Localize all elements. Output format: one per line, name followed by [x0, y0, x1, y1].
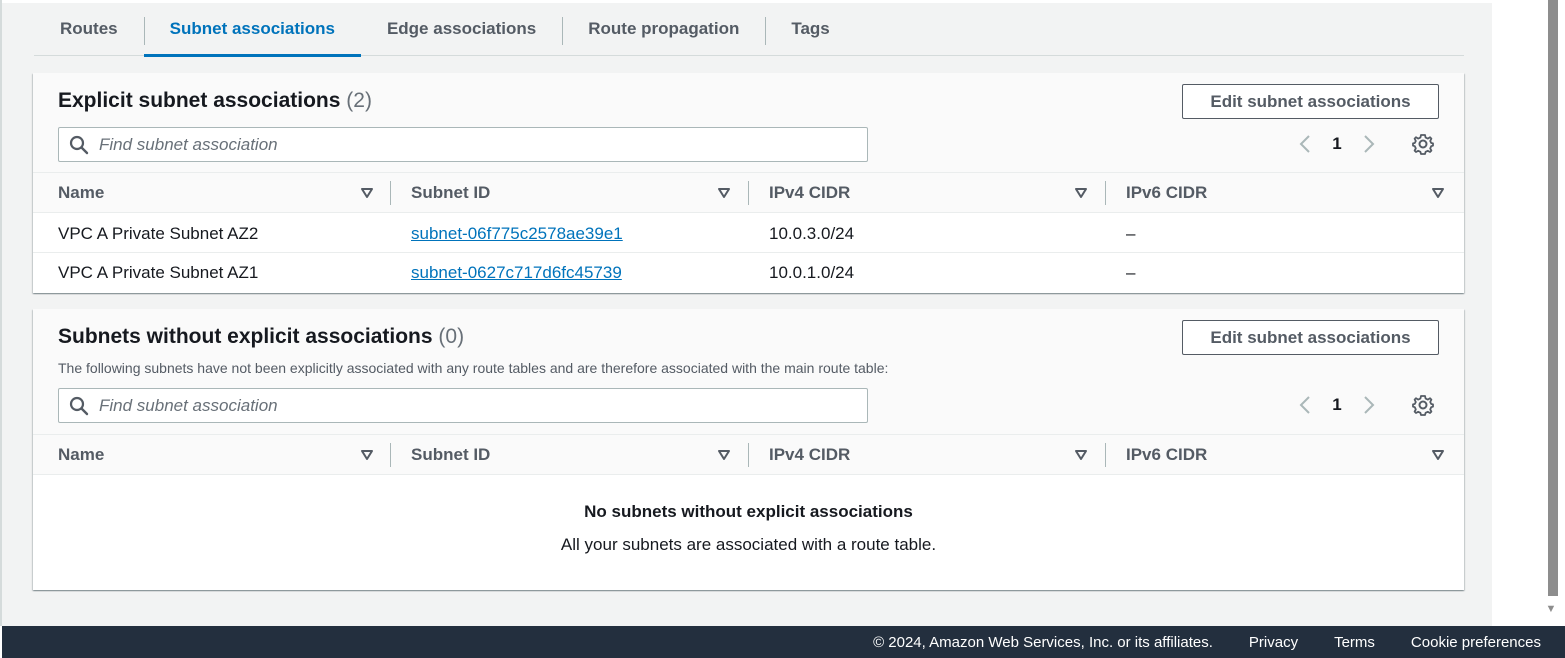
tab-subnet-associations[interactable]: Subnet associations: [143, 3, 362, 57]
cell-ipv4-cidr: 10.0.3.0/24: [769, 223, 855, 243]
footer-cookie-preferences-link[interactable]: Cookie preferences: [1411, 634, 1541, 651]
footer-privacy-link[interactable]: Privacy: [1249, 634, 1298, 651]
cell-ipv6-cidr: –: [1126, 262, 1136, 282]
subnet-id-link[interactable]: subnet-0627c717d6fc45739: [411, 263, 622, 283]
implicit-associations-panel: Subnets without explicit associations (0…: [33, 309, 1464, 590]
sort-icon: [1075, 188, 1087, 198]
prev-page-icon[interactable]: [1293, 393, 1317, 417]
page-number[interactable]: 1: [1317, 395, 1357, 415]
panel-title: Subnets without explicit associations (0…: [58, 325, 464, 349]
explicit-associations-panel: Explicit subnet associations (2) Edit su…: [33, 73, 1464, 293]
search-input[interactable]: [99, 134, 799, 155]
column-label: IPv4 CIDR: [769, 182, 851, 202]
panel-count: (2): [346, 89, 372, 112]
search-field[interactable]: [58, 388, 868, 423]
panel-title: Explicit subnet associations (2): [58, 89, 372, 113]
column-label: Name: [58, 182, 105, 202]
column-header-subnet-id[interactable]: Subnet ID: [411, 435, 741, 474]
cell-name: VPC A Private Subnet AZ2: [58, 223, 259, 243]
scroll-down-icon[interactable]: ▼: [1545, 603, 1557, 615]
column-header-name[interactable]: Name: [58, 435, 388, 474]
content-area: Routes Subnet associations Edge associat…: [0, 0, 1494, 626]
scrollbar-thumb[interactable]: [1548, 0, 1558, 596]
column-header-ipv4-cidr[interactable]: IPv4 CIDR: [769, 435, 1099, 474]
page-number[interactable]: 1: [1317, 134, 1357, 154]
table-header: Name Subnet ID IPv4 CIDR IPv6 CIDR: [33, 435, 1464, 475]
footer-copyright: © 2024, Amazon Web Services, Inc. or its…: [873, 633, 1213, 651]
panel-description: The following subnets have not been expl…: [58, 360, 889, 376]
cell-ipv4-cidr: 10.0.1.0/24: [769, 262, 855, 282]
edit-subnet-associations-button[interactable]: Edit subnet associations: [1182, 320, 1439, 355]
column-label: IPv6 CIDR: [1126, 182, 1208, 202]
pagination: 1: [1293, 390, 1381, 420]
column-header-name[interactable]: Name: [58, 173, 388, 212]
column-label: IPv4 CIDR: [769, 444, 851, 464]
pagination: 1: [1293, 129, 1381, 159]
sort-icon: [718, 450, 730, 460]
column-divider[interactable]: [1105, 181, 1106, 205]
column-divider[interactable]: [748, 443, 749, 467]
tab-bar: Routes Subnet associations Edge associat…: [34, 3, 1464, 57]
panel-title-text: Explicit subnet associations: [58, 89, 341, 112]
column-header-ipv6-cidr[interactable]: IPv6 CIDR: [1126, 173, 1456, 212]
column-divider[interactable]: [390, 181, 391, 205]
column-divider[interactable]: [1105, 443, 1106, 467]
column-divider[interactable]: [748, 181, 749, 205]
next-page-icon[interactable]: [1357, 132, 1381, 156]
empty-state-title: No subnets without explicit associations: [584, 502, 913, 521]
sort-icon: [1432, 188, 1444, 198]
search-field[interactable]: [58, 127, 868, 162]
column-header-ipv6-cidr[interactable]: IPv6 CIDR: [1126, 435, 1456, 474]
tab-tags[interactable]: Tags: [765, 3, 855, 55]
footer: © 2024, Amazon Web Services, Inc. or its…: [2, 626, 1565, 658]
panel-header: Explicit subnet associations (2) Edit su…: [33, 73, 1464, 173]
sort-icon: [361, 450, 373, 460]
footer-terms-link[interactable]: Terms: [1334, 634, 1375, 651]
cell-subnet-id: subnet-0627c717d6fc45739: [411, 253, 622, 292]
tab-route-propagation[interactable]: Route propagation: [562, 3, 765, 55]
panel-count: (0): [438, 325, 465, 348]
gear-icon[interactable]: [1411, 132, 1435, 156]
search-icon: [69, 396, 89, 415]
column-divider[interactable]: [390, 443, 391, 467]
sort-icon: [1075, 450, 1087, 460]
next-page-icon[interactable]: [1357, 393, 1381, 417]
empty-state-description: All your subnets are associated with a r…: [560, 535, 937, 554]
search-icon: [69, 135, 89, 154]
search-input[interactable]: [99, 395, 799, 416]
subnet-id-link[interactable]: subnet-06f775c2578ae39e1: [411, 224, 623, 244]
column-label: Subnet ID: [411, 182, 491, 202]
tab-routes[interactable]: Routes: [34, 3, 144, 55]
column-label: Name: [58, 444, 105, 464]
column-header-ipv4-cidr[interactable]: IPv4 CIDR: [769, 173, 1099, 212]
edit-subnet-associations-button[interactable]: Edit subnet associations: [1182, 84, 1439, 119]
prev-page-icon[interactable]: [1293, 132, 1317, 156]
cell-name: VPC A Private Subnet AZ1: [58, 262, 259, 282]
column-header-subnet-id[interactable]: Subnet ID: [411, 173, 741, 212]
cell-subnet-id: subnet-06f775c2578ae39e1: [411, 214, 623, 253]
column-label: Subnet ID: [411, 444, 491, 464]
panel-title-text: Subnets without explicit associations: [58, 325, 433, 348]
tab-edge-associations[interactable]: Edge associations: [361, 3, 562, 55]
sort-icon: [361, 188, 373, 198]
sort-icon: [718, 188, 730, 198]
column-label: IPv6 CIDR: [1126, 444, 1208, 464]
cell-ipv6-cidr: –: [1126, 223, 1136, 243]
panel-header: Subnets without explicit associations (0…: [33, 309, 1464, 435]
table-header: Name Subnet ID IPv4 CIDR IPv6 CIDR: [33, 173, 1464, 213]
table-row: VPC A Private Subnet AZ1 subnet-0627c717…: [33, 253, 1464, 292]
gear-icon[interactable]: [1411, 393, 1435, 417]
table-row: VPC A Private Subnet AZ2 subnet-06f775c2…: [33, 214, 1464, 253]
sort-icon: [1432, 450, 1444, 460]
